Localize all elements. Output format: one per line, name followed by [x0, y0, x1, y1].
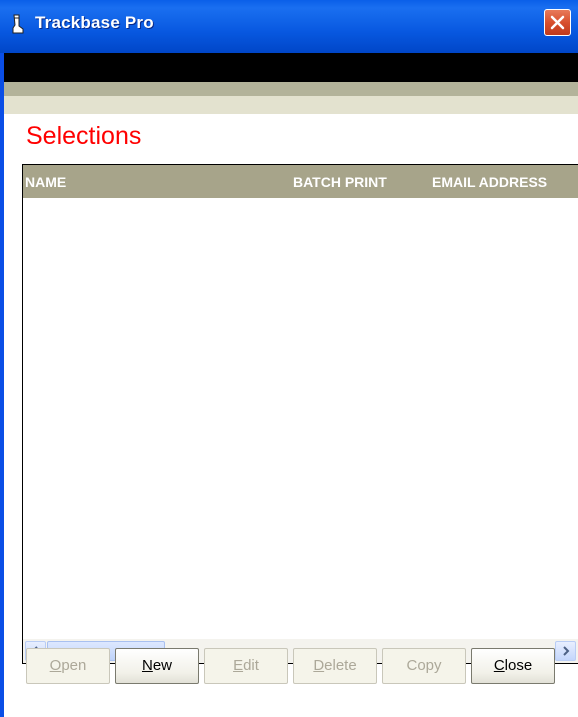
- close-icon: [550, 15, 565, 30]
- open-button-accel: O: [49, 657, 62, 674]
- edit-button[interactable]: Edit: [204, 648, 288, 684]
- close-button-label: lose: [504, 657, 533, 674]
- divider-band-light: [4, 96, 578, 114]
- toolbar-band: [4, 53, 578, 82]
- page-title: Selections: [26, 122, 142, 150]
- delete-button[interactable]: Delete: [293, 648, 377, 684]
- new-button[interactable]: New: [115, 648, 199, 684]
- window-title: Trackbase Pro: [35, 13, 154, 32]
- edit-button-accel: E: [233, 657, 244, 674]
- arrow-right-icon: [563, 646, 570, 656]
- title-bar[interactable]: Trackbase Pro: [0, 0, 578, 53]
- close-button-accel: C: [493, 657, 505, 674]
- open-button[interactable]: Open: [26, 648, 110, 684]
- app-window: Trackbase Pro Selections NAME BATCH PRIN…: [0, 0, 578, 717]
- divider-band: [4, 82, 578, 96]
- new-button-accel: N: [141, 657, 153, 674]
- delete-button-accel: D: [313, 657, 325, 674]
- edit-button-label: dit: [243, 657, 259, 674]
- close-window-button[interactable]: [544, 9, 571, 36]
- client-area: Selections NAME BATCH PRINT EMAIL ADDRES…: [4, 53, 578, 717]
- open-button-label: pen: [61, 657, 87, 674]
- copy-button-label: Copy: [406, 657, 442, 674]
- column-header-batch-print[interactable]: BATCH PRINT: [293, 174, 387, 190]
- grid-header: NAME BATCH PRINT EMAIL ADDRESS: [23, 165, 578, 198]
- column-header-email-address[interactable]: EMAIL ADDRESS: [432, 174, 547, 190]
- copy-button[interactable]: Copy: [382, 648, 466, 684]
- close-button[interactable]: Close: [471, 648, 555, 684]
- column-header-name[interactable]: NAME: [25, 174, 66, 190]
- boot-icon: [11, 14, 25, 36]
- selections-grid[interactable]: NAME BATCH PRINT EMAIL ADDRESS |||: [22, 164, 578, 664]
- new-button-label: ew: [152, 657, 173, 674]
- scroll-right-button[interactable]: [555, 641, 576, 661]
- delete-button-label: elete: [324, 657, 357, 674]
